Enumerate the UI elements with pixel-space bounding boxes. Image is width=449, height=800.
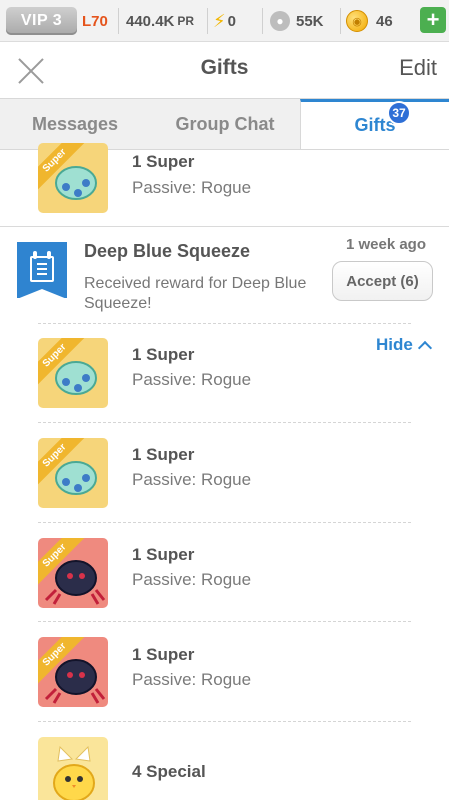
hide-label: Hide xyxy=(376,335,413,354)
gift-title: 1 Super xyxy=(132,345,195,364)
page-title: Gifts xyxy=(200,56,249,79)
paw-icon: ● xyxy=(270,11,290,31)
calendar-icon xyxy=(17,242,67,299)
power-unit: PR xyxy=(177,14,195,28)
gift-subtitle: Passive: Rogue xyxy=(132,370,252,389)
close-icon[interactable] xyxy=(16,56,46,86)
gift-title: 1 Super xyxy=(132,152,195,171)
energy-value: 0 xyxy=(227,12,236,30)
gifts-count-badge: 37 xyxy=(387,101,411,125)
header: Gifts Edit xyxy=(0,42,449,98)
power-value: 440.4K xyxy=(126,12,175,30)
divider xyxy=(340,8,341,34)
divider xyxy=(38,323,411,324)
divider xyxy=(38,422,411,423)
coin-value: 46 xyxy=(376,12,393,30)
status-bar: VIP 3 L70 440.4K PR ⚡ 0 ● 55K ◉ 46 + xyxy=(0,0,449,42)
paw-counter[interactable]: ● 55K xyxy=(270,7,324,35)
pet-thumbnail: Super xyxy=(38,338,108,408)
edit-button[interactable]: Edit xyxy=(399,55,437,81)
lightning-icon: ⚡ xyxy=(213,10,226,31)
energy-counter[interactable]: ⚡ 0 xyxy=(213,7,236,35)
yellow-chick-icon xyxy=(53,745,95,800)
pet-thumbnail: Super xyxy=(38,143,108,213)
player-level: L70 xyxy=(82,12,108,30)
gift-title: 4 Special xyxy=(132,762,206,781)
message-time: 1 week ago xyxy=(345,236,426,253)
document-glyph xyxy=(30,256,54,282)
message-title: Deep Blue Squeeze xyxy=(84,241,251,261)
divider xyxy=(38,621,411,622)
gift-title: 1 Super xyxy=(132,445,195,464)
add-currency-button[interactable]: + xyxy=(420,7,446,33)
divider xyxy=(118,8,119,34)
line xyxy=(37,273,47,275)
pet-thumbnail xyxy=(38,737,108,800)
gift-title: 1 Super xyxy=(132,645,195,664)
gift-subtitle: Passive: Rogue xyxy=(132,670,252,689)
gift-subtitle: Passive: Rogue xyxy=(132,470,252,489)
pet-thumbnail: Super xyxy=(38,438,108,508)
line xyxy=(37,268,47,270)
message-body: Received reward for Deep Blue Squeeze! xyxy=(84,275,307,312)
hide-button[interactable]: Hide xyxy=(376,335,432,355)
divider xyxy=(207,8,208,34)
tab-gifts[interactable]: Gifts xyxy=(300,99,449,149)
gift-title: 1 Super xyxy=(132,545,195,564)
coin-icon: ◉ xyxy=(346,10,368,32)
line xyxy=(37,263,47,265)
accept-button[interactable]: Accept (6) xyxy=(332,261,433,301)
paw-value: 55K xyxy=(296,12,324,30)
pet-thumbnail: Super xyxy=(38,637,108,707)
power-rating: 440.4K PR xyxy=(126,7,194,35)
gift-subtitle: Passive: Rogue xyxy=(132,178,252,197)
gift-subtitle: Passive: Rogue xyxy=(132,570,252,589)
pet-thumbnail: Super xyxy=(38,538,108,608)
tab-group-chat[interactable]: Group Chat xyxy=(150,99,300,149)
divider xyxy=(38,522,411,523)
divider xyxy=(38,721,411,722)
vip-badge[interactable]: VIP 3 xyxy=(6,7,77,35)
chevron-up-icon xyxy=(417,340,432,355)
coin-counter[interactable]: ◉ 46 xyxy=(346,7,393,35)
tab-messages[interactable]: Messages xyxy=(0,99,150,149)
divider xyxy=(0,226,449,227)
divider xyxy=(262,8,263,34)
